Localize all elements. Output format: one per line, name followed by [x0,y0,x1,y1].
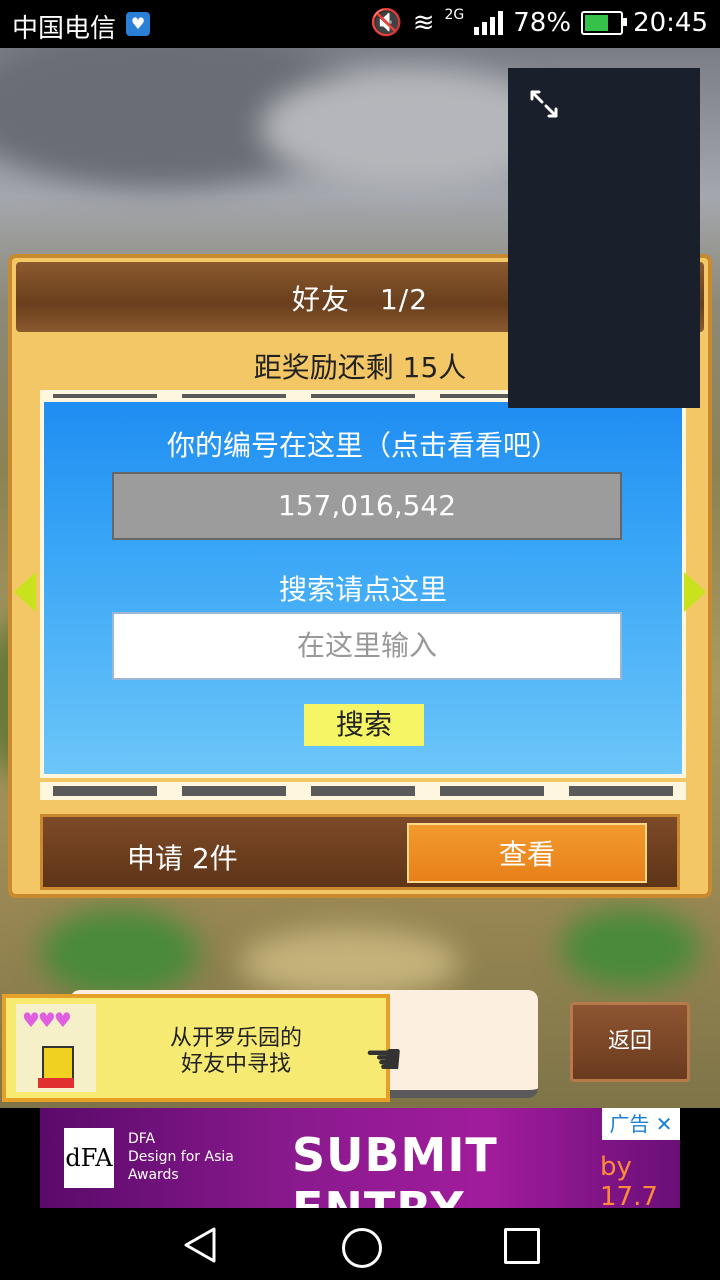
search-input[interactable]: 在这里输入 [112,612,622,680]
ad-brand: DFA Design for Asia Awards [128,1130,234,1184]
request-count: 申请 2件 [127,842,238,875]
expand-icon[interactable] [530,90,558,118]
battery-icon [581,11,628,35]
navigation-bar [0,1210,720,1280]
battery-percent: 78% [513,8,572,38]
view-button[interactable]: 查看 [407,823,647,883]
title-text: 好友 [291,283,350,316]
home-circle-icon[interactable] [342,1228,382,1268]
hint-line-2: 好友中寻找 [180,1052,291,1077]
search-panel: 你的编号在这里（点击看看吧） 157,016,542 搜索请点这里 在这里输入 … [40,398,686,778]
search-button[interactable]: 搜索 [304,704,424,746]
recent-square-icon[interactable] [504,1228,540,1264]
hint-text: 从开罗乐园的 好友中寻找 [126,1026,346,1078]
id-label[interactable]: 你的编号在这里（点击看看吧） [44,424,682,464]
status-icons: 🔇 ≋ 2G 78% 20:45 [370,7,708,38]
ad-byline: by 17.7 [600,1152,658,1208]
signal-icon [474,11,504,35]
hearts-icon: ♥♥♥ [22,1008,72,1032]
page-indicator: 1/2 [379,283,429,316]
prev-page-arrow-icon[interactable] [14,572,36,612]
kairobot-icon [38,1046,74,1088]
back-button[interactable]: 返回 [570,1002,690,1082]
ad-banner[interactable]: dFA DFA Design for Asia Awards SUBMIT EN… [40,1108,680,1208]
next-page-arrow-icon[interactable] [684,572,706,612]
ad-banner-area: dFA DFA Design for Asia Awards SUBMIT EN… [0,1108,720,1210]
request-bar: 申请 2件 查看 [40,814,680,890]
carrier-name: 中国电信 [12,14,117,44]
character-avatar: ♥♥♥ [16,1004,96,1092]
ad-brand-line-3: Awards [128,1167,179,1183]
pointing-hand-icon: ☚ [364,1034,404,1085]
ad-brand-line-2: Design for Asia [128,1149,234,1165]
hint-line-1: 从开罗乐园的 [169,1026,302,1051]
ad-overlay-panel [508,68,700,408]
status-bar: 中国电信 ♥ 🔇 ≋ 2G 78% 20:45 [0,0,720,48]
ad-close-tag[interactable]: 广告 ✕ [602,1108,680,1140]
mute-icon: 🔇 [370,8,403,38]
player-id-box[interactable]: 157,016,542 [112,472,622,540]
network-type: 2G [444,7,465,23]
health-app-icon: ♥ [126,12,150,36]
ad-logo: dFA [64,1128,114,1188]
wifi-icon: ≋ [412,8,435,38]
back-triangle-icon[interactable] [182,1226,218,1264]
hint-card[interactable]: ♥♥♥ 从开罗乐园的 好友中寻找 ☚ [2,994,403,1102]
search-label: 搜索请点这里 [278,573,447,606]
ad-brand-line-1: DFA [128,1131,156,1147]
panel-bottom-border [40,782,686,800]
clock: 20:45 [633,8,708,38]
